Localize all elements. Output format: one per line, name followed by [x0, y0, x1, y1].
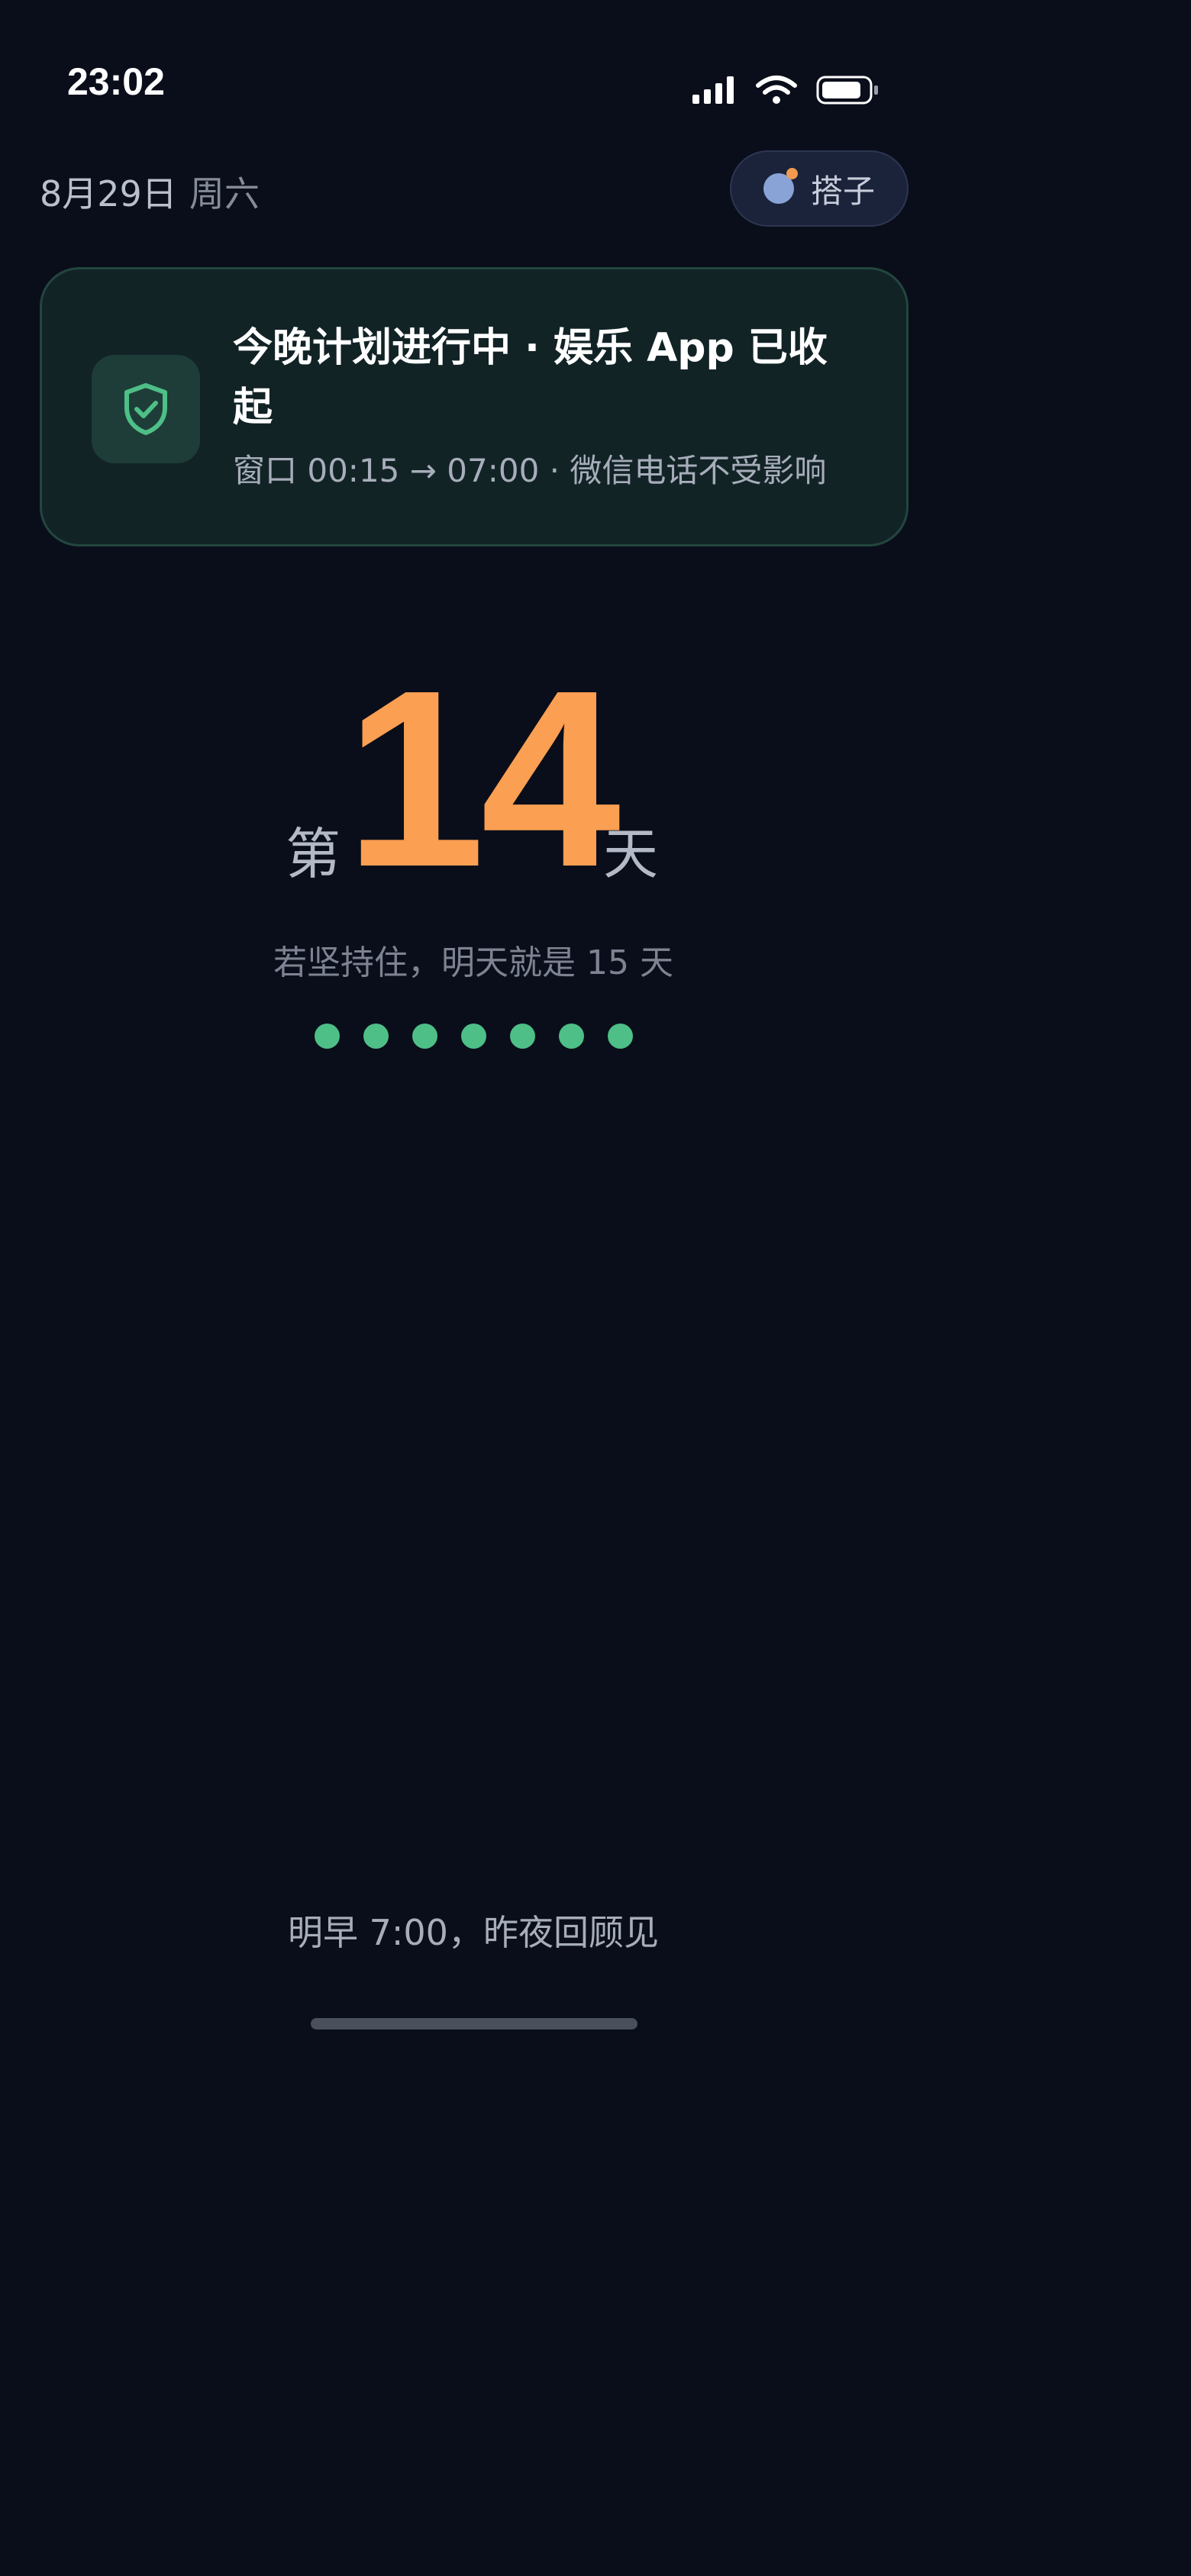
- date-label: 8月29日 周六: [40, 166, 260, 217]
- buddy-avatar-icon: [763, 168, 798, 204]
- cellular-signal-icon: [691, 75, 737, 105]
- shield-check-icon: [92, 355, 200, 463]
- streak-dot: [363, 1024, 389, 1049]
- battery-icon: [816, 75, 880, 105]
- plan-title: 今晚计划进行中 · 娱乐 App 已收起: [233, 325, 828, 430]
- streak-dot: [559, 1024, 584, 1049]
- streak-dot: [412, 1024, 437, 1049]
- wifi-icon: [755, 75, 798, 105]
- buddy-button-label: 搭子: [810, 172, 875, 210]
- status-time: 23:02: [67, 60, 165, 103]
- date-text: 8月29日: [40, 173, 177, 214]
- streak-dots: [315, 1024, 633, 1049]
- status-icons: [691, 75, 880, 105]
- streak-prefix: 第: [286, 822, 341, 886]
- review-hint: 明早 7:00，昨夜回顾见: [288, 1912, 659, 1953]
- buddy-button[interactable]: 搭子: [730, 150, 909, 227]
- streak-dot: [510, 1024, 535, 1049]
- plan-subtitle: 窗口 00:15 → 07:00 · 微信电话不受影响: [233, 452, 827, 489]
- streak-days-number: 14: [345, 637, 621, 919]
- plan-status-card[interactable]: 今晚计划进行中 · 娱乐 App 已收起 窗口 00:15 → 07:00 · …: [40, 267, 909, 546]
- streak-note: 若坚持住，明天就是 15 天: [273, 943, 673, 982]
- notification-dot: [786, 168, 798, 179]
- sleep-plan-screen: 23:02 8月29日 周六 搭子 今晚计划进行中 · 娱乐 App 已收起 窗…: [0, 0, 1191, 2576]
- streak-suffix: 天: [603, 822, 659, 886]
- streak-dot: [461, 1024, 486, 1049]
- streak-dot: [315, 1024, 340, 1049]
- home-indicator[interactable]: [311, 2018, 637, 2030]
- streak-counter: 第 14 天: [0, 641, 947, 916]
- weekday-text: 周六: [189, 173, 260, 214]
- streak-dot: [608, 1024, 633, 1049]
